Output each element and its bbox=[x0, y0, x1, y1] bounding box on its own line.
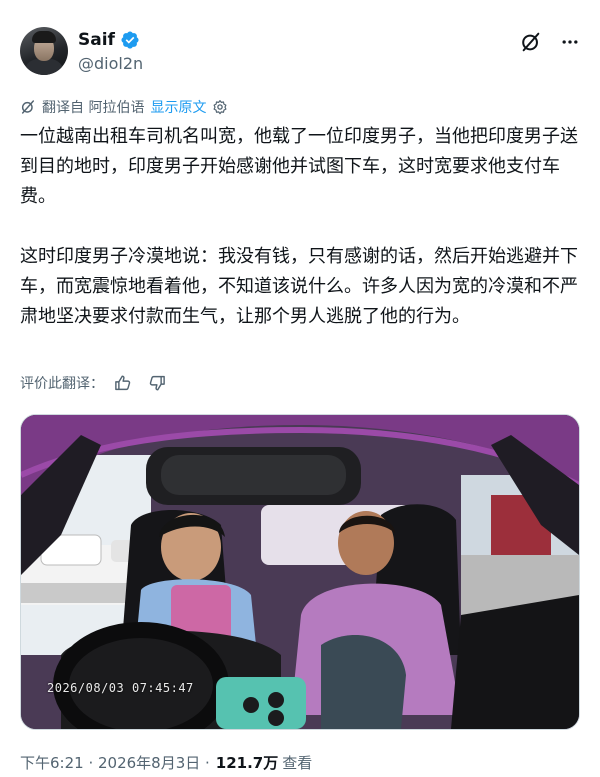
dashcam-timestamp: 2026/08/03 07:45:47 bbox=[47, 681, 194, 695]
avatar[interactable] bbox=[20, 27, 68, 75]
grok-translate-icon bbox=[21, 100, 35, 114]
settings-icon[interactable] bbox=[212, 99, 228, 115]
post-time[interactable]: 下午6:21 · 2026年8月3日 · bbox=[20, 752, 210, 773]
translation-notice: 翻译自 阿拉伯语 显示原文 bbox=[20, 97, 228, 117]
tweet-paragraph: 这时印度男子冷漠地说：我没有钱，只有感谢的话，然后开始逃避并下车，而宽震惊地看着… bbox=[20, 246, 578, 327]
views-label: 查看 bbox=[282, 754, 313, 772]
name-row: Saif bbox=[78, 30, 140, 50]
tweet-text: 一位越南出租车司机名叫宽，他载了一位印度男子，当他把印度男子送到目的地时，印度男… bbox=[20, 122, 585, 332]
more-icon[interactable] bbox=[560, 32, 580, 52]
tweet-paragraph: 一位越南出租车司机名叫宽，他载了一位印度男子，当他把印度男子送到目的地时，印度男… bbox=[20, 126, 578, 207]
tweet-header: Saif @diol2n bbox=[20, 27, 580, 79]
tweet-media-image[interactable]: 2026/08/03 07:45:47 bbox=[20, 414, 580, 730]
rate-translation-label: 评价此翻译： bbox=[20, 376, 104, 392]
view-count: 121.7万 bbox=[215, 754, 279, 772]
display-name[interactable]: Saif bbox=[78, 30, 115, 50]
verified-badge-icon bbox=[121, 31, 139, 49]
tweet-meta: 下午6:21 · 2026年8月3日 · 121.7万 查看 bbox=[20, 752, 312, 773]
translated-from-label: 翻译自 阿拉伯语 bbox=[42, 100, 145, 116]
show-original-link[interactable]: 显示原文 bbox=[150, 97, 206, 117]
thumbs-up-icon[interactable] bbox=[114, 374, 132, 392]
grok-icon[interactable] bbox=[520, 31, 542, 53]
rate-translation: 评价此翻译： bbox=[20, 373, 166, 393]
user-handle[interactable]: @diol2n bbox=[78, 54, 143, 73]
thumbs-down-icon[interactable] bbox=[148, 374, 166, 392]
